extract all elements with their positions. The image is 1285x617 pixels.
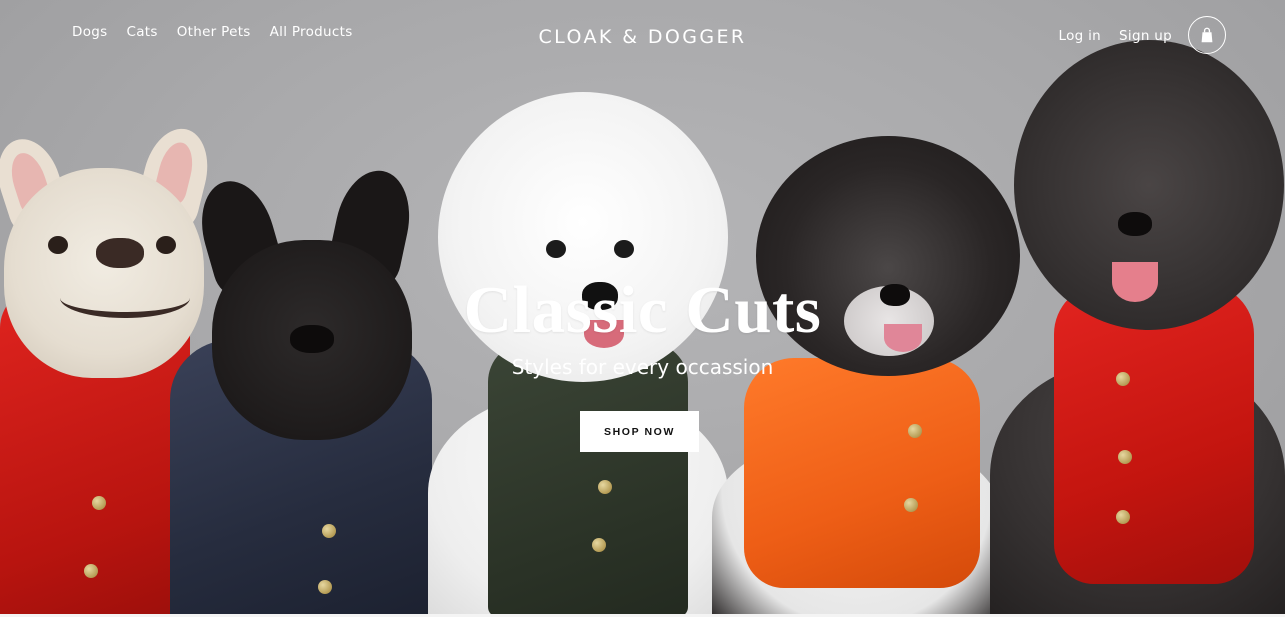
hero-image-dog-navy-vest xyxy=(160,163,440,617)
signup-link[interactable]: Sign up xyxy=(1119,28,1172,44)
hero-banner: Dogs Cats Other Pets All Products CLOAK … xyxy=(0,0,1285,617)
green-vest xyxy=(488,342,688,617)
hero-title: Classic Cuts xyxy=(463,273,822,347)
hero-subtitle: Styles for every occassion xyxy=(511,355,774,379)
orange-vest xyxy=(744,358,980,588)
login-link[interactable]: Log in xyxy=(1059,28,1102,44)
shopping-bag-icon xyxy=(1201,27,1213,43)
shop-now-button[interactable]: SHOP NOW xyxy=(580,411,699,452)
cart-button[interactable] xyxy=(1188,16,1226,54)
account-nav: Log in Sign up xyxy=(1059,28,1172,44)
